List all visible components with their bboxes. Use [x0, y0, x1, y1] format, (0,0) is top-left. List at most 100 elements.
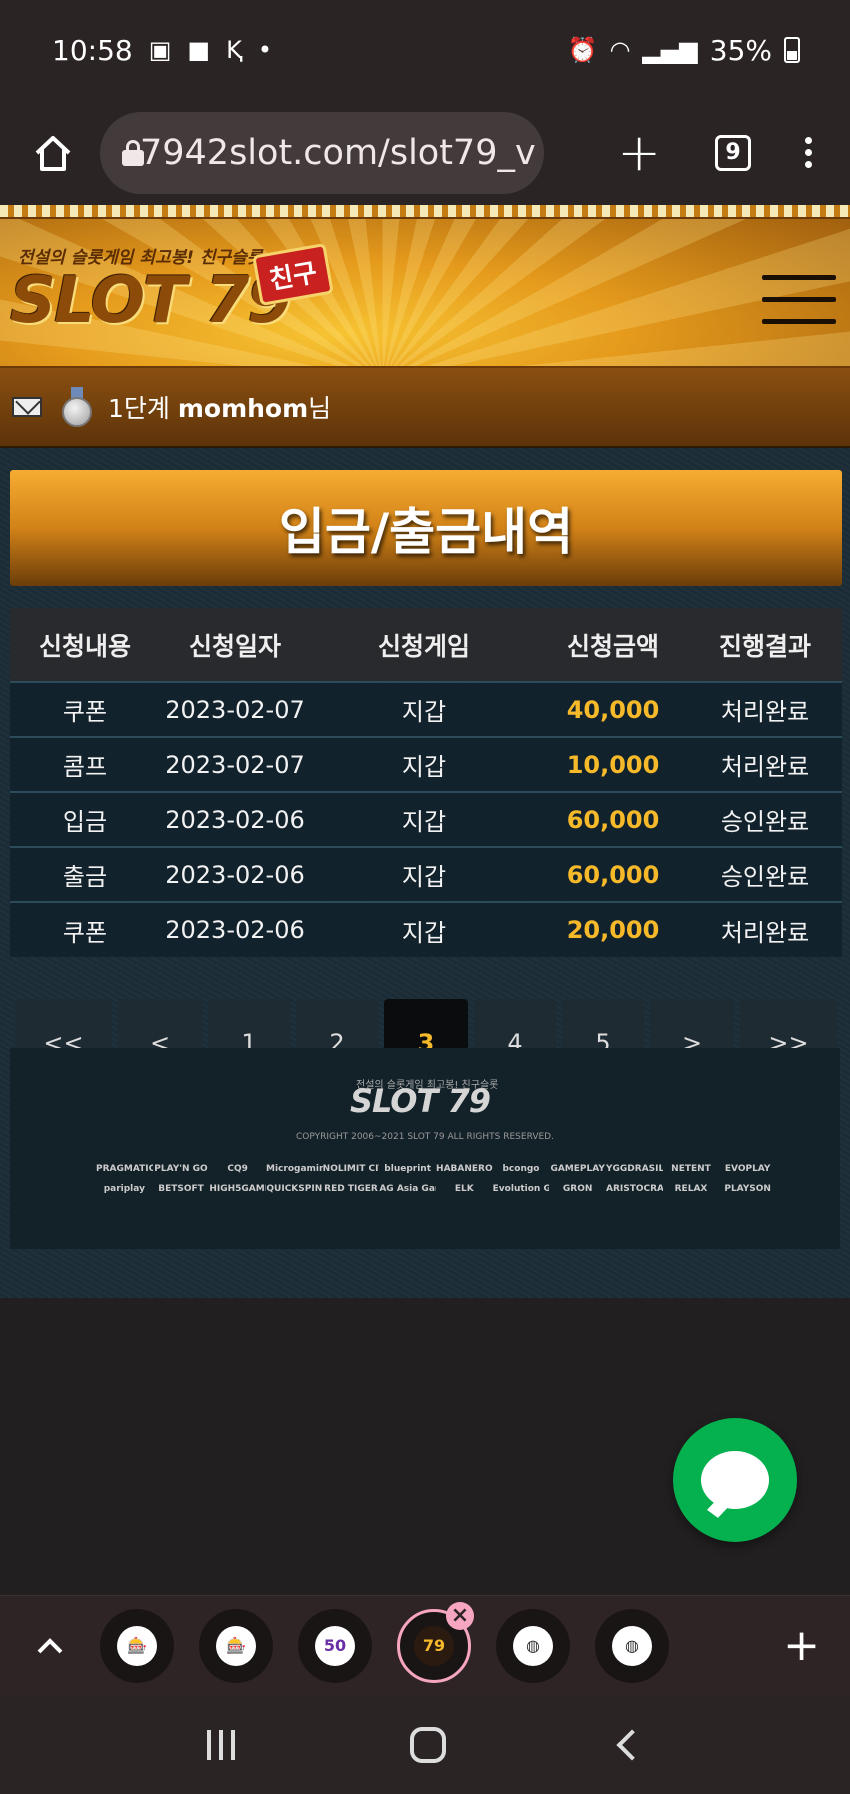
site-logo[interactable]: 전설의 슬롯게임 최고봉! 친구슬롯 SLOT 79: [10, 243, 292, 338]
image-notification-icon: ▣: [148, 36, 172, 64]
vendor-logo: HABANERO: [436, 1164, 493, 1174]
tab-icon-50[interactable]: 50: [298, 1608, 372, 1683]
transaction-history-table: 신청내용 신청일자 신청게임 신청금액 진행결과 쿠폰 2023-02-07 지…: [10, 608, 842, 957]
system-nav-bar: [0, 1695, 850, 1794]
home-icon[interactable]: [32, 132, 74, 174]
more-notifications-dot-icon: •: [257, 36, 272, 64]
message-notification-icon: ■: [187, 36, 211, 64]
user-info-bar: 1단계 momhom님: [0, 368, 850, 448]
tab-icon-slot-machine[interactable]: 🎰: [100, 1608, 174, 1683]
vendor-logo: PLAYSON: [724, 1184, 771, 1194]
table-row: 출금 2023-02-06 지갑 60,000 승인완료: [10, 846, 842, 902]
fifty-icon: 50: [315, 1625, 355, 1666]
tab-icon-slot-machine[interactable]: 🎰: [199, 1608, 273, 1683]
cell-amount: 60,000: [538, 791, 688, 847]
status-time: 10:58: [52, 33, 133, 67]
footer-copyright: COPYRIGHT 2006~2021 SLOT 79 ALL RIGHTS R…: [296, 1132, 554, 1142]
vendor-logo: GAMEPLAY: [550, 1164, 605, 1174]
column-header-type: 신청내용: [10, 608, 160, 682]
cell-status: 승인완료: [688, 846, 842, 902]
column-header-game: 신청게임: [310, 608, 538, 682]
page-title: 입금/출금내역: [10, 470, 842, 586]
vendor-logo: NETENT: [671, 1164, 711, 1174]
user-name: momhom: [177, 394, 309, 423]
user-suffix: 님: [308, 394, 332, 423]
recent-apps-icon[interactable]: [207, 1729, 236, 1760]
cell-type: 쿠폰: [10, 681, 160, 737]
more-menu-icon[interactable]: [805, 137, 812, 168]
vendor-logo: YGGDRASIL: [606, 1164, 663, 1174]
back-icon[interactable]: [616, 1728, 648, 1761]
cell-game: 지갑: [310, 791, 538, 847]
new-tab-button[interactable]: +: [617, 127, 661, 179]
vendor-logo: AG Asia Gaming: [379, 1184, 436, 1194]
status-bar: 10:58 ▣ ■ Ⱪ • ⏰ ◠ ▂▄▆ 35%: [0, 0, 850, 100]
vendor-logo: HIGH5GAMES: [209, 1184, 266, 1194]
footer: 전설의 슬롯게임 최고봉! 친구슬롯 SLOT 79 COPYRIGHT 200…: [10, 1048, 840, 1249]
add-tab-icon[interactable]: +: [783, 1620, 820, 1671]
browser-toolbar: 7942slot.com/slot79_v + 9: [0, 100, 850, 205]
table-row: 입금 2023-02-06 지갑 60,000 승인완료: [10, 791, 842, 847]
battery-percent: 35%: [709, 33, 772, 67]
cell-date: 2023-02-07: [160, 736, 310, 792]
logo-text: SLOT 79: [10, 264, 292, 338]
site-header: 전설의 슬롯게임 최고봉! 친구슬롯 SLOT 79 친구: [0, 205, 850, 368]
cell-game: 지갑: [310, 681, 538, 737]
cell-type: 입금: [10, 791, 160, 847]
app-notification-icon: Ⱪ: [226, 36, 242, 64]
vendor-logo: RELAX: [674, 1184, 708, 1194]
vendor-logo: PRAGMATIC PLAY: [96, 1164, 153, 1174]
slot79-icon: 79: [414, 1625, 454, 1666]
vendor-logo: bcongo: [502, 1164, 540, 1174]
cell-status: 처리완료: [688, 736, 842, 792]
hamburger-menu-icon[interactable]: [762, 275, 836, 324]
alarm-icon: ⏰: [567, 36, 598, 64]
tab-icon-79-active[interactable]: 79 ×: [397, 1601, 474, 1683]
chevron-up-icon[interactable]: [0, 1637, 100, 1655]
battery-icon: [784, 37, 800, 63]
vendor-logo: pariplay: [103, 1184, 145, 1194]
cell-date: 2023-02-06: [160, 791, 310, 847]
vendor-logo: CQ9: [227, 1164, 248, 1174]
column-header-date: 신청일자: [160, 608, 310, 682]
globe-icon: ◍: [612, 1625, 652, 1666]
slot-machine-icon: 🎰: [216, 1625, 256, 1666]
cell-date: 2023-02-07: [160, 681, 310, 737]
close-tab-icon[interactable]: ×: [446, 1601, 474, 1630]
address-bar[interactable]: 7942slot.com/slot79_v: [100, 111, 544, 194]
cell-type: 콤프: [10, 736, 160, 792]
chat-button[interactable]: [673, 1418, 797, 1542]
tab-icon-globe[interactable]: ◍: [496, 1608, 570, 1683]
slot-machine-icon: 🎰: [117, 1625, 157, 1666]
vendor-logo: RED TIGER: [324, 1184, 378, 1194]
vendor-logo: Evolution Gaming: [492, 1184, 550, 1194]
medal-icon: [62, 387, 92, 427]
cell-amount: 10,000: [538, 736, 688, 792]
vendor-logo: BETSOFT: [158, 1184, 204, 1194]
cell-game: 지갑: [310, 846, 538, 902]
column-header-status: 진행결과: [688, 608, 842, 682]
tab-switcher-button[interactable]: 9: [715, 134, 751, 171]
footer-logo: SLOT 79: [350, 1082, 491, 1120]
tab-icon-globe[interactable]: ◍: [595, 1608, 669, 1683]
table-row: 콤프 2023-02-07 지갑 10,000 처리완료: [10, 736, 842, 792]
table-row: 쿠폰 2023-02-07 지갑 40,000 처리완료: [10, 681, 842, 737]
cell-game: 지갑: [310, 901, 538, 957]
user-greeting: 1단계 momhom님: [108, 389, 331, 425]
vendor-logo: NOLIMIT CITY: [322, 1164, 380, 1174]
vendor-logo: Microgaming: [266, 1164, 323, 1174]
home-button-icon[interactable]: [409, 1726, 446, 1763]
vendor-logos: PRAGMATIC PLAY PLAY'N GO CQ9 Microgaming…: [96, 1164, 776, 1194]
vendor-logo: EVOPLAY: [724, 1164, 771, 1174]
column-header-amount: 신청금액: [538, 608, 688, 682]
cell-date: 2023-02-06: [160, 846, 310, 902]
table-header-row: 신청내용 신청일자 신청게임 신청금액 진행결과: [10, 608, 842, 682]
mail-icon[interactable]: [12, 397, 42, 417]
cell-amount: 20,000: [538, 901, 688, 957]
vendor-logo: QUICKSPIN: [266, 1184, 323, 1194]
chat-bubble-icon: [701, 1451, 769, 1509]
empty-page-area: [0, 1298, 850, 1578]
cell-type: 쿠폰: [10, 901, 160, 957]
main-content: 입금/출금내역 신청내용 신청일자 신청게임 신청금액 진행결과 쿠폰 2023…: [0, 448, 850, 1298]
vendor-logo: GRON: [562, 1184, 593, 1194]
